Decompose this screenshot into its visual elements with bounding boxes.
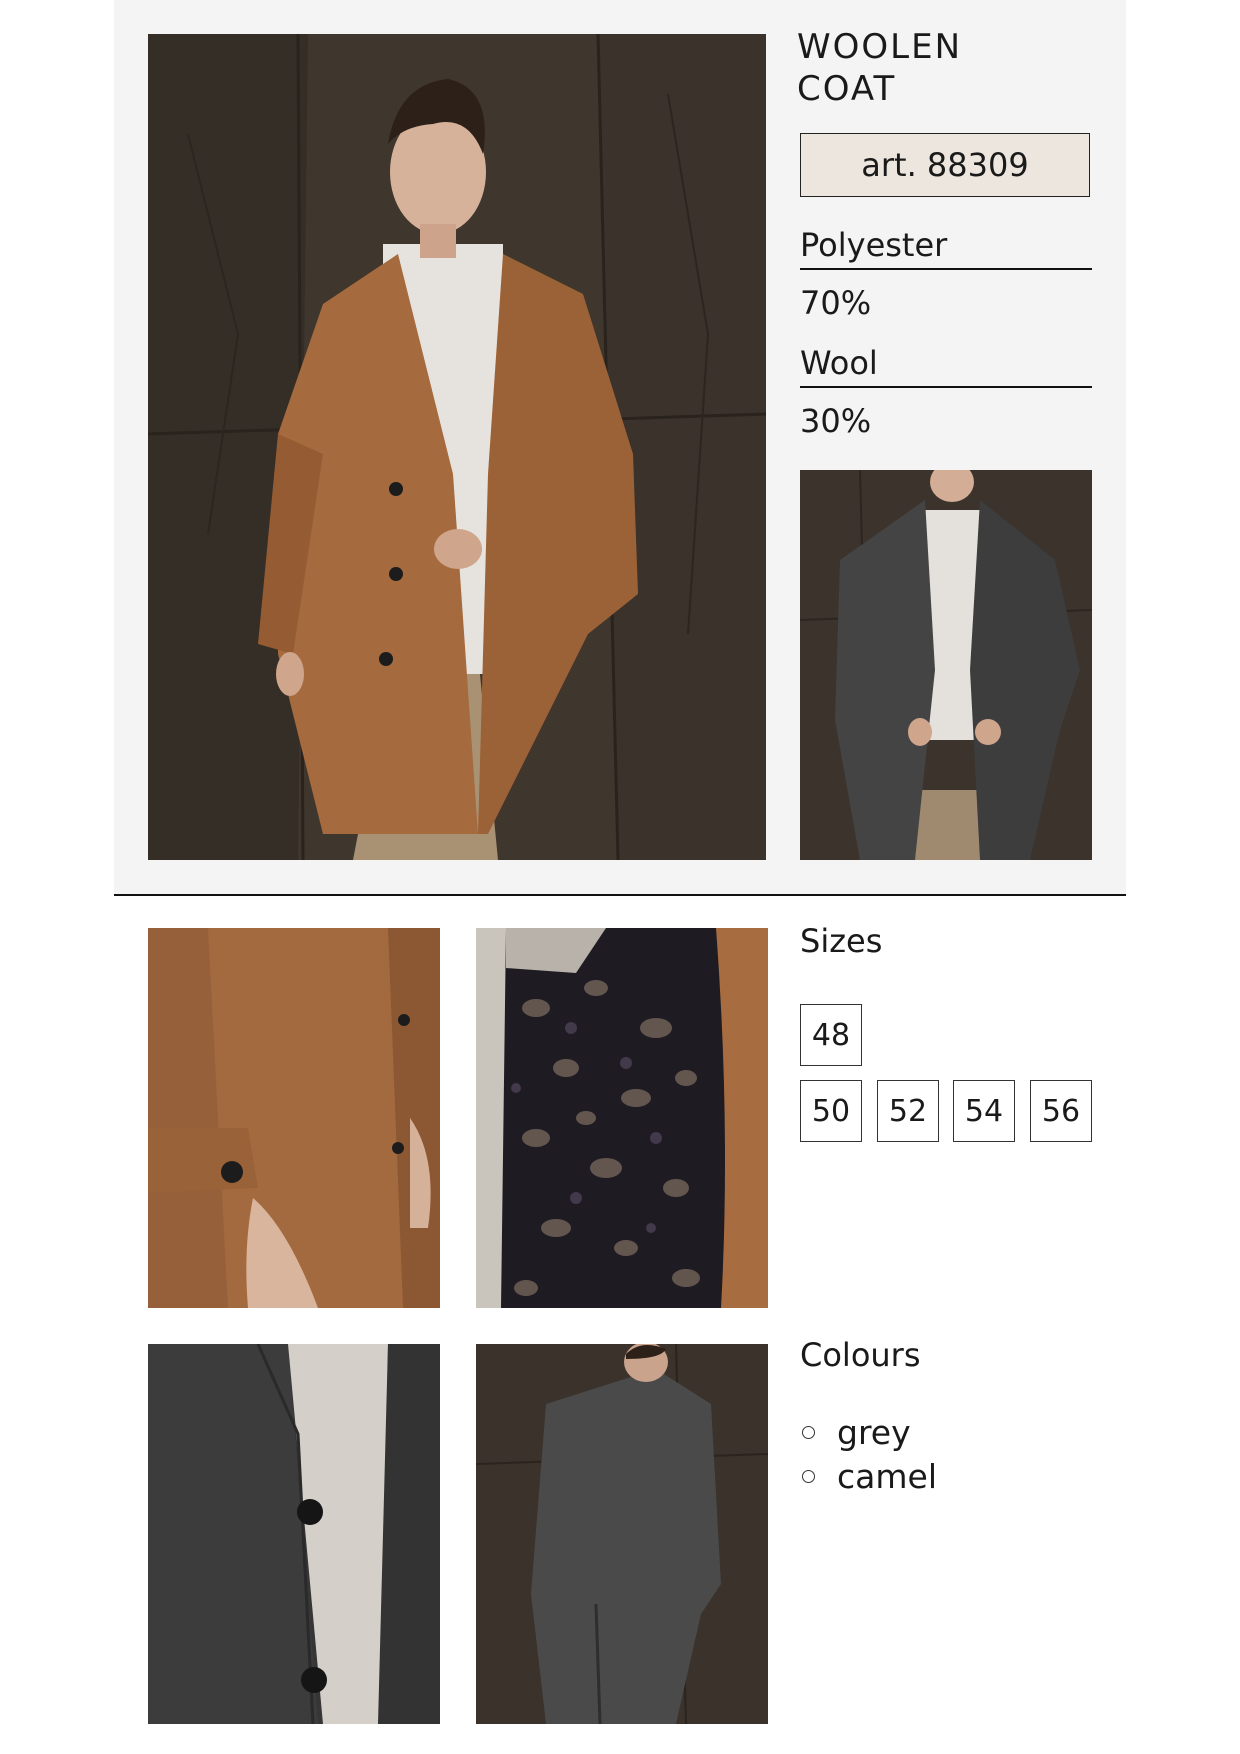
- material-wool: Wool: [800, 344, 1092, 388]
- colour-option-label: grey: [837, 1412, 911, 1452]
- detail-photo-camel-sleeve[interactable]: [148, 928, 440, 1308]
- material-percent: 70%: [800, 284, 872, 322]
- article-number-badge: art. 88309: [800, 133, 1090, 197]
- radio-icon[interactable]: [802, 1469, 815, 1483]
- material-polyester: Polyester: [800, 226, 1092, 270]
- sizes-heading: Sizes: [800, 922, 883, 960]
- colour-option-camel[interactable]: camel: [800, 1454, 937, 1498]
- detail-photo-paisley-lining[interactable]: [476, 928, 768, 1308]
- main-photo-camel-coat[interactable]: [148, 34, 766, 860]
- product-title: WOOLEN COAT: [797, 26, 1097, 110]
- colour-option-label: camel: [837, 1456, 937, 1496]
- detail-photo-grey-buttons[interactable]: [148, 1344, 440, 1724]
- product-title-line2: COAT: [797, 69, 897, 109]
- section-divider: [114, 894, 1126, 896]
- size-option-52[interactable]: 52: [877, 1080, 939, 1142]
- size-option-56[interactable]: 56: [1030, 1080, 1092, 1142]
- size-option-54[interactable]: 54: [953, 1080, 1015, 1142]
- product-title-line1: WOOLEN: [797, 27, 962, 67]
- side-photo-grey-coat[interactable]: [800, 470, 1092, 860]
- colour-options-list: grey camel: [800, 1410, 937, 1498]
- radio-icon[interactable]: [802, 1425, 815, 1439]
- size-option-48[interactable]: 48: [800, 1004, 862, 1066]
- material-name: Polyester: [800, 226, 1092, 270]
- colours-heading: Colours: [800, 1336, 921, 1374]
- size-option-50[interactable]: 50: [800, 1080, 862, 1142]
- material-name: Wool: [800, 344, 1092, 388]
- material-percent: 30%: [800, 402, 872, 440]
- detail-photo-grey-coat-back[interactable]: [476, 1344, 768, 1724]
- colour-option-grey[interactable]: grey: [800, 1410, 937, 1454]
